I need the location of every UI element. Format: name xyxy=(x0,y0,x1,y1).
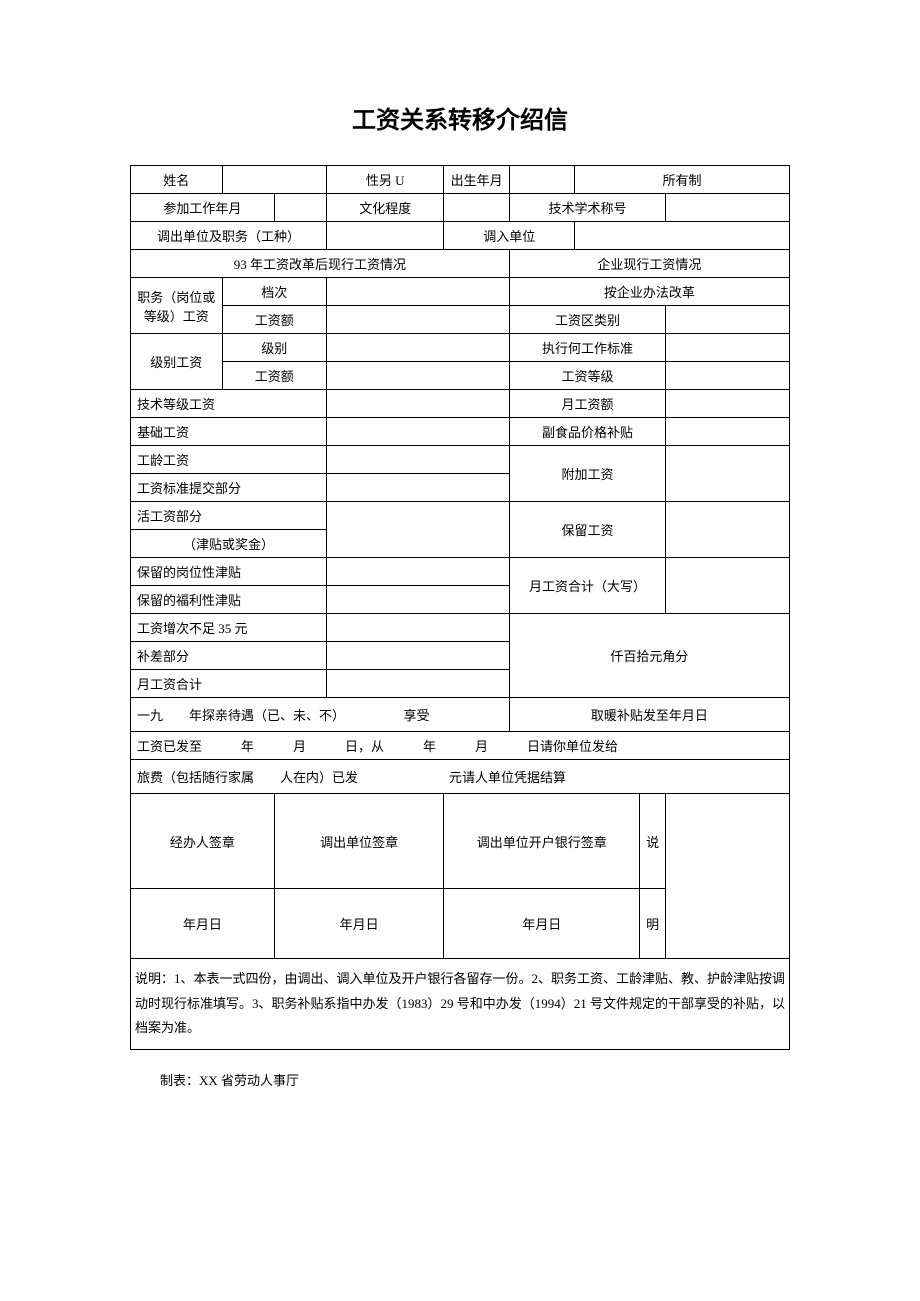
note-content xyxy=(666,794,790,959)
label-diff: 补差部分 xyxy=(131,642,327,670)
label-gender: 性另 U xyxy=(327,166,444,194)
label-retain: 保留工资 xyxy=(509,502,665,558)
sig-bank: 调出单位开户银行签章 xyxy=(444,794,640,889)
label-salary-grade: 工资等级 xyxy=(509,362,665,390)
label-paidto: 工资已发至 年 月 日，从 年 月 日请你单位发给 xyxy=(131,732,790,760)
date1: 年月日 xyxy=(131,889,275,959)
field-edu xyxy=(444,194,509,222)
field-grade xyxy=(327,278,510,306)
field-work-std xyxy=(666,334,790,362)
label-ownership: 所有制 xyxy=(575,166,790,194)
label-month-amount: 月工资额 xyxy=(509,390,665,418)
label-grade: 档次 xyxy=(222,278,326,306)
label-position-salary: 职务（岗位或等级）工资 xyxy=(131,278,223,334)
label-live2: （津贴或奖金） xyxy=(131,530,327,558)
field-live xyxy=(327,502,510,558)
label-level-salary: 级别工资 xyxy=(131,334,223,390)
label-month-total: 月工资合计 xyxy=(131,670,327,698)
label-tech-grade: 技术等级工资 xyxy=(131,390,327,418)
label-std-submit: 工资标准提交部分 xyxy=(131,474,327,502)
date3: 年月日 xyxy=(444,889,640,959)
field-level xyxy=(327,334,510,362)
field-base xyxy=(327,418,510,446)
label-area-type: 工资区类别 xyxy=(509,306,665,334)
label-under35: 工资增次不足 35 元 xyxy=(131,614,327,642)
label-amount: 工资额 xyxy=(222,306,326,334)
label-heat: 取暖补贴发至年月日 xyxy=(509,698,789,732)
label-food: 副食品价格补贴 xyxy=(509,418,665,446)
label-birth: 出生年月 xyxy=(444,166,509,194)
label-amount2: 工资额 xyxy=(222,362,326,390)
header-enterprise: 企业现行工资情况 xyxy=(509,250,789,278)
form-table: 姓名 性另 U 出生年月 所有制 参加工作年月 文化程度 技术学术称号 调出单位… xyxy=(130,165,790,1050)
label-inunit: 调入单位 xyxy=(444,222,575,250)
label-edu: 文化程度 xyxy=(327,194,444,222)
field-salary-grade xyxy=(666,362,790,390)
note-char1: 说 xyxy=(640,794,666,889)
field-diff xyxy=(327,642,510,670)
field-inunit xyxy=(575,222,790,250)
field-seniority xyxy=(327,446,510,474)
field-retain xyxy=(666,502,790,558)
note-char2: 明 xyxy=(640,889,666,959)
explanation: 说明：1、本表一式四份，由调出、调入单位及开户银行各留存一份。2、职务工资、工龄… xyxy=(131,959,790,1050)
field-techtitle xyxy=(666,194,790,222)
field-birth xyxy=(509,166,574,194)
date2: 年月日 xyxy=(274,889,444,959)
field-month-cn xyxy=(666,558,790,614)
header-93reform: 93 年工资改革后现行工资情况 xyxy=(131,250,510,278)
field-extra xyxy=(666,446,790,502)
label-by-enterprise: 按企业办法改革 xyxy=(509,278,789,306)
field-area-type xyxy=(666,306,790,334)
field-keep-post xyxy=(327,558,510,586)
field-amount2 xyxy=(327,362,510,390)
field-under35 xyxy=(327,614,510,642)
label-level: 级别 xyxy=(222,334,326,362)
field-food xyxy=(666,418,790,446)
label-visit: 一九 年探亲待遇（已、未、不） 享受 xyxy=(131,698,510,732)
field-month-total xyxy=(327,670,510,698)
label-outunit: 调出单位及职务（工种） xyxy=(131,222,327,250)
field-outunit xyxy=(327,222,444,250)
label-techtitle: 技术学术称号 xyxy=(509,194,665,222)
field-keep-welfare xyxy=(327,586,510,614)
field-month-amount xyxy=(666,390,790,418)
label-month-cn: 月工资合计（大写） xyxy=(509,558,665,614)
sig-handler: 经办人签章 xyxy=(131,794,275,889)
label-keep-post: 保留的岗位性津贴 xyxy=(131,558,327,586)
label-keep-welfare: 保留的福利性津贴 xyxy=(131,586,327,614)
field-std-submit xyxy=(327,474,510,502)
label-work-std: 执行何工作标准 xyxy=(509,334,665,362)
field-amount xyxy=(327,306,510,334)
maker-info: 制表：XX 省劳动人事厅 xyxy=(130,1070,790,1089)
label-travel: 旅费（包括随行家属 人在内）已发 元请人单位凭据结算 xyxy=(131,760,790,794)
sig-outunit: 调出单位签章 xyxy=(274,794,444,889)
label-extra: 附加工资 xyxy=(509,446,665,502)
label-seniority: 工龄工资 xyxy=(131,446,327,474)
field-join xyxy=(274,194,326,222)
label-digits: 仟百拾元角分 xyxy=(509,614,789,698)
label-join: 参加工作年月 xyxy=(131,194,275,222)
field-tech-grade xyxy=(327,390,510,418)
page-title: 工资关系转移介绍信 xyxy=(130,100,790,135)
field-name xyxy=(222,166,326,194)
label-base: 基础工资 xyxy=(131,418,327,446)
label-name: 姓名 xyxy=(131,166,223,194)
label-live1: 活工资部分 xyxy=(131,502,327,530)
